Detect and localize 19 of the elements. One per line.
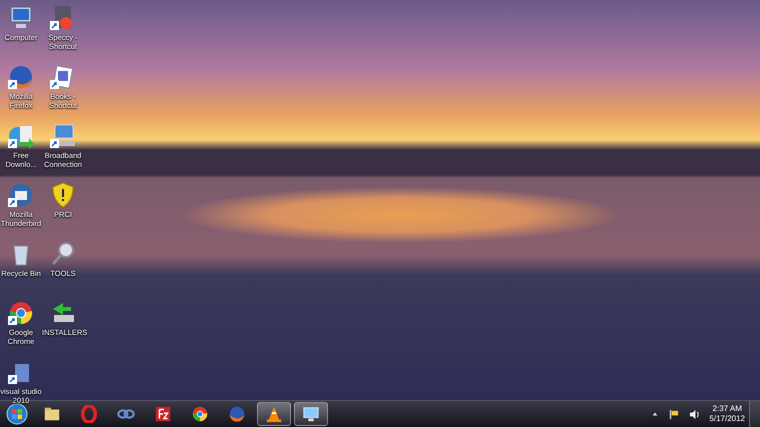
show-hidden-icons-icon[interactable]	[652, 411, 658, 417]
mail-globe-icon[interactable]	[7, 181, 35, 209]
chrome-icon	[191, 405, 209, 423]
flag-icon[interactable]	[668, 408, 680, 420]
firefox-icon	[228, 405, 246, 423]
network-computer-icon[interactable]	[49, 122, 77, 150]
speaker-icon[interactable]	[689, 408, 700, 420]
windows-logo-icon	[6, 403, 28, 425]
monitor-icon	[302, 405, 320, 423]
firefox-icon[interactable]	[7, 63, 35, 91]
traffic-cone-icon	[265, 405, 283, 423]
clock[interactable]: 2:37 AM 5/17/2012	[705, 404, 749, 424]
show-desktop-button[interactable]	[749, 401, 760, 427]
chrome-icon[interactable]	[7, 299, 35, 327]
taskbar-button[interactable]	[294, 402, 328, 426]
folder-icon	[43, 405, 61, 423]
magnifier-icon[interactable]	[49, 240, 77, 268]
opera-icon	[80, 405, 98, 423]
filezilla-icon	[154, 405, 172, 423]
